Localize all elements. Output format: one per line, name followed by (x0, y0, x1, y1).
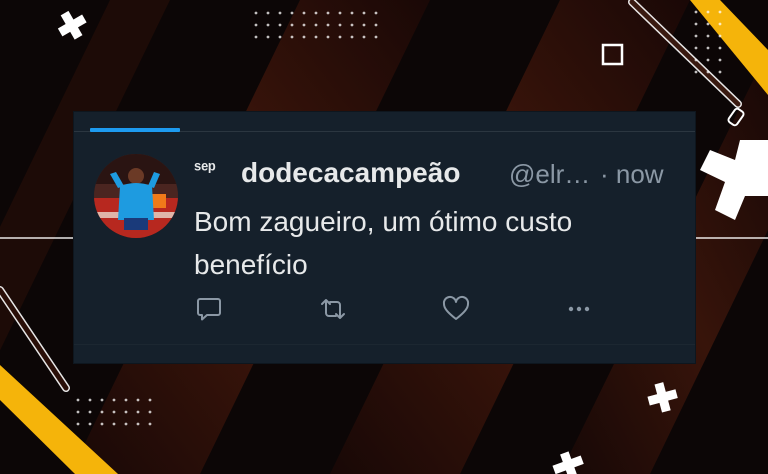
reply-icon (197, 298, 221, 321)
user-handle[interactable]: @elr… (509, 159, 590, 190)
avatar-photo (94, 154, 178, 238)
timestamp[interactable]: · now (600, 159, 664, 190)
tweet-card[interactable]: ˢᵉᵖ dodecacampeão @elr… · now Bom zaguei… (74, 112, 695, 363)
tweet-header: ˢᵉᵖ dodecacampeão @elr… · now (194, 154, 684, 190)
progress-bar (90, 128, 180, 132)
more-icon (568, 306, 590, 312)
tweet-text: Bom zagueiro, um ótimo custo benefício (194, 206, 573, 280)
divider (74, 344, 695, 345)
more-button[interactable] (564, 294, 594, 324)
name-prefix: ˢᵉᵖ (194, 159, 216, 180)
like-button[interactable] (441, 294, 471, 324)
reply-button[interactable] (194, 294, 224, 324)
retweet-button[interactable] (318, 294, 348, 324)
avatar[interactable] (94, 154, 178, 238)
retweet-icon (321, 299, 345, 319)
heart-icon (442, 295, 470, 320)
display-name[interactable]: dodecacampeão (241, 157, 460, 189)
tweet-actions (194, 294, 674, 324)
